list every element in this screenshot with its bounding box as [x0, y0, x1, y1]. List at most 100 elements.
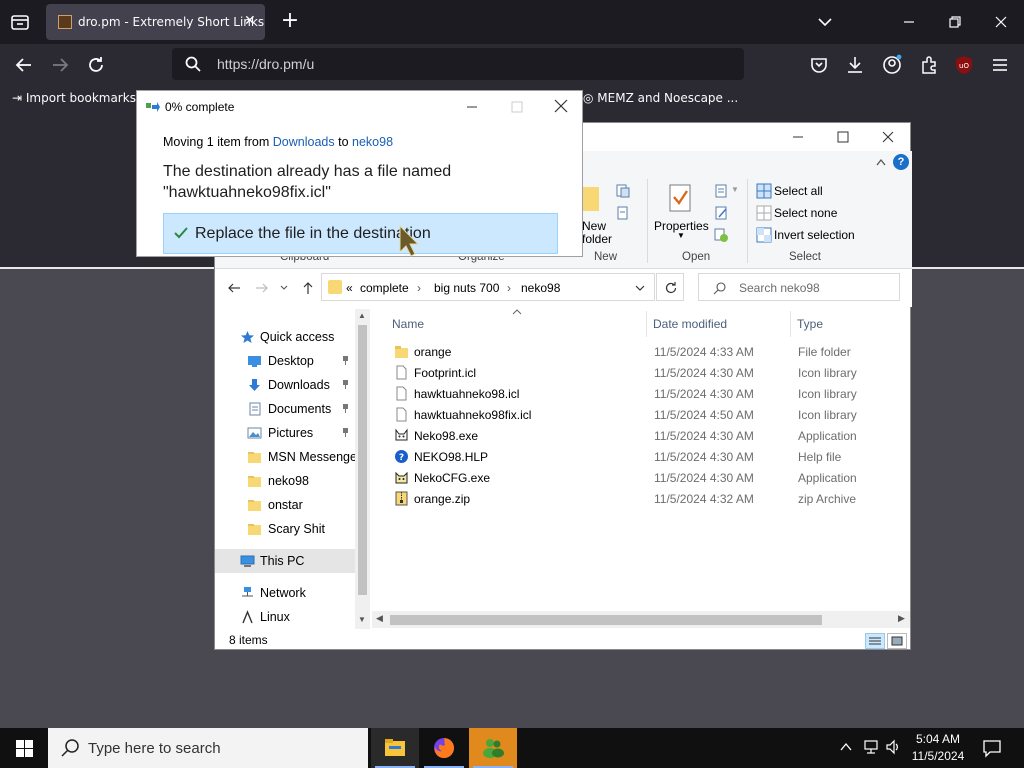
taskbar-file-explorer[interactable] — [371, 728, 419, 768]
file-row[interactable]: orange 11/5/2024 4:33 AM File folder — [372, 341, 910, 362]
invert-selection-icon[interactable] — [756, 227, 772, 243]
invert-selection-button[interactable]: Invert selection — [774, 228, 855, 242]
nav-desktop[interactable]: Desktop — [215, 349, 355, 373]
column-date-modified[interactable]: Date modified — [653, 317, 727, 331]
scroll-right-icon[interactable]: ▶ — [898, 613, 905, 624]
nav-documents[interactable]: Documents — [215, 397, 355, 421]
chevron-down-icon[interactable] — [814, 12, 836, 32]
folder-search-box[interactable]: Search neko98 — [698, 273, 900, 301]
back-arrow-icon[interactable] — [227, 281, 241, 295]
tab-close-icon[interactable]: ✕ — [244, 13, 256, 29]
download-icon[interactable] — [844, 54, 866, 76]
scrollbar-thumb[interactable] — [358, 325, 367, 595]
network-icon[interactable] — [863, 739, 879, 755]
pin-icon[interactable] — [341, 379, 350, 390]
new-tab-button[interactable]: + — [278, 8, 302, 36]
file-row[interactable]: hawktuahneko98.icl 11/5/2024 4:30 AM Ico… — [372, 383, 910, 404]
nav-quick-access[interactable]: Quick access — [215, 325, 355, 349]
maximize-icon[interactable] — [835, 129, 851, 145]
history-icon[interactable] — [713, 227, 729, 243]
file-list-horizontal-scrollbar[interactable]: ◀ ▶ — [372, 611, 910, 628]
minimize-icon[interactable] — [897, 10, 921, 34]
minimize-icon[interactable] — [464, 99, 480, 115]
nav-msn-messenger[interactable]: MSN Messenger — [215, 445, 355, 469]
forward-arrow-icon[interactable] — [48, 53, 72, 77]
new-folder-icon[interactable] — [583, 185, 599, 215]
help-icon[interactable]: ? — [893, 154, 909, 170]
start-button[interactable] — [0, 728, 48, 768]
account-icon[interactable] — [881, 54, 903, 76]
replace-file-option[interactable]: Replace the file in the destination — [163, 213, 558, 254]
scroll-up-icon[interactable]: ▲ — [358, 311, 366, 320]
chevron-up-icon[interactable] — [838, 739, 854, 755]
select-none-icon[interactable] — [756, 205, 772, 221]
edit-icon[interactable] — [713, 205, 729, 221]
taskbar-clock[interactable]: 5:04 AM 11/5/2024 — [906, 731, 970, 765]
close-icon[interactable] — [989, 10, 1013, 34]
select-all-button[interactable]: Select all — [774, 184, 823, 198]
up-arrow-icon[interactable] — [301, 281, 315, 295]
open-dropdown-icon[interactable]: ▼ — [731, 185, 739, 194]
file-row[interactable]: hawktuahneko98fix.icl 11/5/2024 4:50 AM … — [372, 404, 910, 425]
taskbar-firefox[interactable] — [420, 728, 468, 768]
open-icon[interactable] — [713, 183, 729, 199]
source-link[interactable]: Downloads — [273, 135, 335, 149]
taskbar-msn-messenger[interactable] — [469, 728, 517, 768]
nav-linux[interactable]: Linux — [215, 605, 355, 629]
file-row[interactable]: orange.zip 11/5/2024 4:32 AM zip Archive — [372, 488, 910, 509]
url-bar[interactable]: https://dro.pm/u — [172, 48, 744, 80]
scroll-left-icon[interactable]: ◀ — [376, 613, 383, 624]
forward-arrow-icon[interactable] — [255, 281, 269, 295]
collapse-ribbon-icon[interactable] — [875, 157, 887, 167]
breadcrumb-overflow[interactable]: « — [346, 281, 353, 295]
recent-locations-icon[interactable] — [279, 281, 289, 295]
browser-tab[interactable]: dro.pm - Extremely Short Links ✕ — [46, 4, 265, 40]
nav-network[interactable]: Network — [215, 581, 355, 605]
pocket-icon[interactable] — [808, 54, 830, 76]
ublock-origin-icon[interactable]: uO — [953, 54, 975, 76]
pin-icon[interactable] — [341, 355, 350, 366]
scrollbar-thumb[interactable] — [390, 615, 822, 625]
pin-icon[interactable] — [341, 427, 350, 438]
breadcrumb-complete[interactable]: complete — [360, 281, 409, 295]
properties-dropdown-icon[interactable]: ▼ — [677, 231, 685, 240]
scroll-down-icon[interactable]: ▼ — [358, 615, 366, 624]
large-icons-view-button[interactable] — [887, 633, 907, 649]
bookmark-memz[interactable]: ◎ MEMZ and Noescape ... — [583, 91, 738, 105]
close-icon[interactable] — [553, 98, 569, 114]
extensions-icon[interactable] — [918, 54, 940, 76]
url-text[interactable]: https://dro.pm/u — [217, 56, 314, 72]
file-row[interactable]: Neko98.exe 11/5/2024 4:30 AM Application — [372, 425, 910, 446]
breadcrumb-big-nuts[interactable]: big nuts 700 — [434, 281, 499, 295]
navigation-scrollbar[interactable]: ▲ ▼ — [355, 309, 370, 629]
close-icon[interactable] — [880, 129, 896, 145]
nav-pictures[interactable]: Pictures — [215, 421, 355, 445]
file-row[interactable]: NekoCFG.exe 11/5/2024 4:30 AM Applicatio… — [372, 467, 910, 488]
column-type[interactable]: Type — [797, 317, 823, 331]
new-item-icon[interactable] — [615, 183, 631, 199]
details-view-button[interactable] — [865, 633, 885, 649]
select-none-button[interactable]: Select none — [774, 206, 837, 220]
file-row[interactable]: Footprint.icl 11/5/2024 4:30 AM Icon lib… — [372, 362, 910, 383]
address-bar[interactable]: « complete › big nuts 700 › neko98 — [321, 273, 655, 301]
nav-this-pc[interactable]: This PC — [215, 549, 355, 573]
taskbar-search[interactable]: Type here to search — [48, 728, 368, 768]
reload-icon[interactable] — [84, 53, 108, 77]
chevron-down-icon[interactable] — [634, 283, 646, 293]
column-separator[interactable] — [790, 311, 791, 337]
bookmark-import[interactable]: ⇥ Import bookmarks... — [12, 91, 147, 105]
volume-icon[interactable] — [885, 739, 901, 755]
column-separator[interactable] — [646, 311, 647, 337]
breadcrumb-neko98[interactable]: neko98 — [521, 281, 560, 295]
nav-onstar[interactable]: onstar — [215, 493, 355, 517]
nav-neko98[interactable]: neko98 — [215, 469, 355, 493]
file-row[interactable]: ? NEKO98.HLP 11/5/2024 4:30 AM Help file — [372, 446, 910, 467]
nav-downloads[interactable]: Downloads — [215, 373, 355, 397]
pin-icon[interactable] — [341, 403, 350, 414]
nav-scary-shit[interactable]: Scary Shit — [215, 517, 355, 541]
select-all-icon[interactable] — [756, 183, 772, 199]
restore-icon[interactable] — [943, 10, 967, 34]
destination-link[interactable]: neko98 — [352, 135, 393, 149]
minimize-icon[interactable] — [790, 129, 806, 145]
properties-icon[interactable] — [667, 183, 693, 215]
